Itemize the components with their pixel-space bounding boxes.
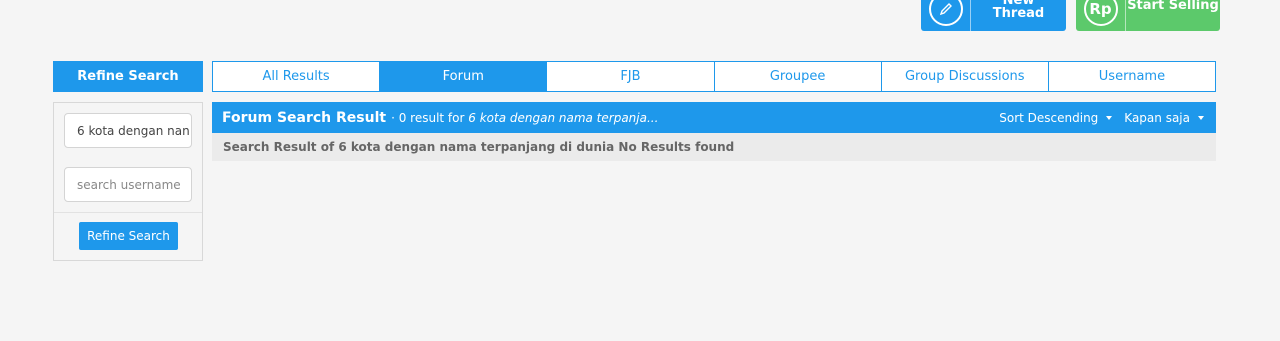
result-title: Forum Search Result — [222, 109, 387, 126]
divider — [54, 212, 202, 213]
start-selling-button[interactable]: Rp Start Selling — [1076, 0, 1220, 31]
time-dropdown-label: Kapan saja — [1124, 110, 1190, 125]
refine-search-button[interactable]: Refine Search — [79, 222, 178, 250]
chevron-down-icon — [1198, 115, 1204, 120]
refine-search-header: Refine Search — [53, 61, 203, 92]
search-username-input[interactable]: search username — [64, 167, 192, 202]
result-header: Forum Search Result · 0 result for 6 kot… — [212, 102, 1216, 133]
tab-all-results[interactable]: All Results — [213, 62, 381, 91]
time-dropdown[interactable]: Kapan saja — [1124, 111, 1204, 125]
search-tabs: All Results Forum FJB Groupee Group Disc… — [212, 61, 1216, 92]
tab-group-discussions[interactable]: Group Discussions — [882, 62, 1049, 91]
refine-search-panel: 6 kota dengan nan search username Refine… — [53, 102, 203, 261]
tab-fjb[interactable]: FJB — [547, 62, 715, 91]
tab-forum[interactable]: Forum — [380, 62, 548, 91]
sort-dropdown-label: Sort Descending — [999, 110, 1099, 125]
start-selling-label: Start Selling — [1127, 0, 1219, 13]
result-count-text: · 0 result for — [391, 110, 469, 125]
result-count: · 0 result for 6 kota dengan nama terpan… — [391, 111, 658, 125]
search-query-input[interactable]: 6 kota dengan nan — [64, 113, 192, 148]
create-new-thread-label: Create New Thread — [992, 0, 1045, 21]
rupiah-icon: Rp — [1076, 0, 1126, 31]
pencil-icon — [921, 0, 971, 31]
sort-dropdown[interactable]: Sort Descending — [999, 110, 1113, 125]
tab-username[interactable]: Username — [1049, 62, 1215, 91]
tab-groupee[interactable]: Groupee — [715, 62, 882, 91]
result-query: 6 kota dengan nama terpanja... — [468, 110, 659, 125]
create-new-thread-button[interactable]: Create New Thread — [921, 0, 1066, 31]
no-results-message: Search Result of 6 kota dengan nama terp… — [212, 133, 1216, 161]
chevron-down-icon — [1106, 115, 1113, 120]
